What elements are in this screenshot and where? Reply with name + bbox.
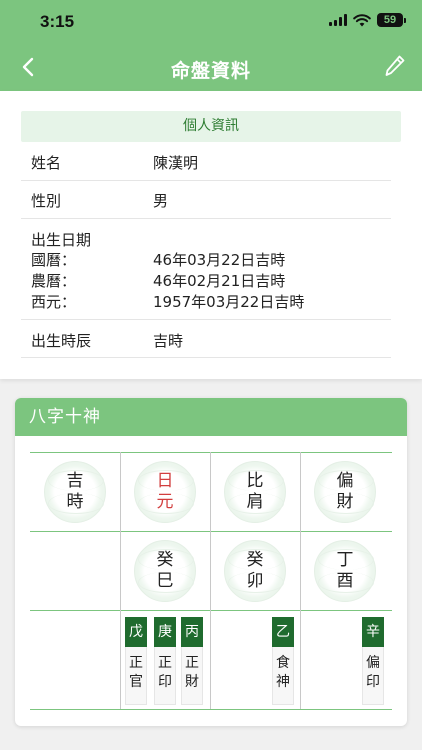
hidden-stem-god-char1: 正 — [129, 655, 143, 671]
pillar-month-ganzhi: 癸 卯 — [224, 540, 286, 602]
hidden-stem-item: 辛 偏印 — [362, 617, 384, 705]
hidden-stem-item: 庚 正印 — [154, 617, 176, 705]
hidden-stem-item: 丙 正財 — [181, 617, 203, 705]
hidden-stem: 庚 — [154, 617, 176, 647]
birth-national-label: 國曆： — [31, 251, 77, 269]
gender-value: 男 — [153, 192, 169, 210]
pencil-icon[interactable] — [384, 54, 406, 80]
birth-national: 國曆： 46年03月22日吉時 — [31, 249, 391, 269]
pillar-day-ganzhi: 癸 巳 — [134, 540, 196, 602]
pillar-hour-god: 吉 時 — [44, 461, 106, 523]
name-label: 姓名 — [31, 154, 62, 172]
pillar-month-god-char1: 比 — [246, 471, 264, 491]
hidden-stem: 丙 — [181, 617, 203, 647]
birth-lunar: 農曆： 46年02月21日吉時 — [31, 270, 391, 290]
hidden-stem: 戊 — [125, 617, 147, 647]
bazi-card: 八字十神 吉 時 日 元 比 肩 偏 財 癸 巳 癸 卯 丁 酉 戊 正官 庚 — [15, 398, 407, 726]
pillar-hour-god-char2: 時 — [66, 492, 84, 512]
hidden-stem-god-char2: 神 — [276, 674, 290, 690]
pillar-year-god-char2: 財 — [336, 492, 354, 512]
hidden-stem-god: 正財 — [182, 654, 202, 692]
hidden-stem-item: 乙 食神 — [272, 617, 294, 705]
birth-western: 西元： 1957年03月22日吉時 — [31, 291, 391, 311]
pillar-day-god-char1: 日 — [156, 471, 174, 491]
pillar-year-branch: 酉 — [336, 571, 354, 591]
signal-icon — [329, 14, 347, 26]
personal-info-header: 個人資訊 — [21, 111, 401, 142]
gender-row: 性別 男 — [21, 181, 391, 219]
name-value: 陳漢明 — [153, 154, 199, 172]
pillar-day-god-char2: 元 — [156, 492, 174, 512]
birth-national-value: 46年03月22日吉時 — [153, 251, 286, 269]
grid-line — [30, 610, 392, 611]
page-title: 命盤資料 — [170, 60, 251, 82]
name-row: 姓名 陳漢明 — [21, 143, 391, 181]
hidden-stem-god-char2: 印 — [366, 674, 380, 690]
hidden-stem-item: 戊 正官 — [125, 617, 147, 705]
birth-date-row: 出生日期 國曆： 46年03月22日吉時 農曆： 46年02月21日吉時 西元：… — [21, 219, 391, 320]
birth-lunar-label: 農曆： — [31, 272, 77, 290]
hidden-stem-god: 食神 — [273, 654, 293, 692]
pillar-year-ganzhi: 丁 酉 — [314, 540, 376, 602]
pillar-month-god-char2: 肩 — [246, 492, 264, 512]
pillar-day-branch: 巳 — [156, 571, 174, 591]
grid-divider — [300, 452, 301, 709]
pillar-day-stem: 癸 — [156, 550, 174, 570]
top-bar: 3:15 59 命盤資料 — [0, 0, 422, 91]
grid-line — [30, 452, 392, 453]
status-icons: 59 — [329, 13, 406, 27]
pillar-month-branch: 卯 — [246, 571, 264, 591]
birth-hour-row: 出生時辰 吉時 — [21, 320, 391, 358]
birth-hour-value: 吉時 — [153, 332, 184, 350]
hidden-stem-god-char2: 印 — [158, 674, 172, 690]
hidden-stem-god: 偏印 — [363, 654, 383, 692]
personal-info-card: 個人資訊 姓名 陳漢明 性別 男 出生日期 國曆： 46年03月22日吉時 農曆… — [0, 91, 422, 379]
status-time: 3:15 — [40, 12, 75, 31]
birth-western-label: 西元： — [31, 293, 77, 311]
hidden-stem-god: 正官 — [126, 654, 146, 692]
gender-label: 性別 — [31, 192, 62, 210]
grid-divider — [210, 452, 211, 709]
battery-tip — [404, 17, 406, 23]
grid-divider — [120, 452, 121, 709]
pillar-day-god: 日 元 — [134, 461, 196, 523]
pillar-month-stem: 癸 — [246, 550, 264, 570]
grid-line — [30, 531, 392, 532]
battery-indicator: 59 — [377, 13, 403, 27]
birth-lunar-value: 46年02月21日吉時 — [153, 272, 286, 290]
hidden-stem: 辛 — [362, 617, 384, 647]
hidden-stem-god-char1: 正 — [185, 655, 199, 671]
birth-hour-label: 出生時辰 — [31, 332, 92, 350]
bazi-header: 八字十神 — [15, 398, 407, 436]
hidden-stem-god-char2: 財 — [185, 674, 199, 690]
pillar-month-god: 比 肩 — [224, 461, 286, 523]
pillar-year-god-char1: 偏 — [336, 471, 354, 491]
hidden-stem-god: 正印 — [155, 654, 175, 692]
wifi-icon — [353, 13, 371, 26]
hidden-stem-god-char2: 官 — [129, 674, 143, 690]
birth-date-label: 出生日期 — [31, 231, 92, 249]
hidden-stem-god-char1: 正 — [158, 655, 172, 671]
pillar-year-god: 偏 財 — [314, 461, 376, 523]
hidden-stem-god-char1: 偏 — [366, 655, 380, 671]
pillar-hour-god-char1: 吉 — [66, 471, 84, 491]
birth-western-value: 1957年03月22日吉時 — [153, 293, 305, 311]
pillar-year-stem: 丁 — [336, 550, 354, 570]
hidden-stem-god-char1: 食 — [276, 655, 290, 671]
hidden-stem: 乙 — [272, 617, 294, 647]
grid-line — [30, 709, 392, 710]
